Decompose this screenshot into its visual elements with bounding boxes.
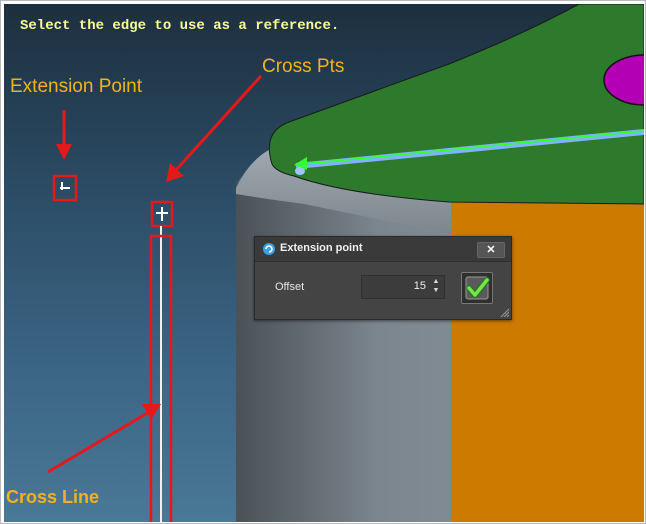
- extension-point-dialog[interactable]: Extension point ✕ Offset 15 ▲ ▼: [254, 236, 512, 320]
- spin-down-icon[interactable]: ▼: [432, 287, 440, 295]
- spin-up-icon[interactable]: ▲: [432, 278, 440, 286]
- close-icon[interactable]: ✕: [477, 242, 505, 258]
- extension-point-icon: [263, 243, 275, 255]
- offset-label: Offset: [275, 281, 305, 293]
- annotation-arrow-cross-pts: [174, 74, 263, 172]
- annotation-arrow-cross-line: [47, 410, 150, 474]
- dialog-title: Extension point: [280, 242, 363, 254]
- top-face[interactable]: [268, 4, 644, 205]
- screenshot-frame: Select the edge to use as a reference. E…: [0, 0, 646, 524]
- 3d-viewport[interactable]: Select the edge to use as a reference. E…: [4, 4, 644, 522]
- dialog-title-bar[interactable]: Extension point ✕: [255, 237, 511, 262]
- cross-pts-icon: [156, 207, 168, 221]
- offset-value: 15: [413, 280, 426, 292]
- annotation-extension-point: Extension Point: [10, 76, 143, 97]
- annotation-cross-line: Cross Line: [6, 487, 100, 507]
- annotation-arrowhead-cross-line: [142, 404, 161, 420]
- annotation-arrowhead-extension-point: [56, 144, 72, 160]
- offset-input[interactable]: 15 ▲ ▼: [361, 275, 445, 299]
- extension-point-icon: [60, 182, 70, 190]
- ok-button[interactable]: [461, 272, 493, 304]
- viewport-prompt: Select the edge to use as a reference.: [20, 18, 340, 34]
- annotation-cross-pts: Cross Pts: [262, 56, 345, 77]
- resize-grip-icon[interactable]: [499, 307, 509, 317]
- checkmark-icon: [465, 276, 490, 300]
